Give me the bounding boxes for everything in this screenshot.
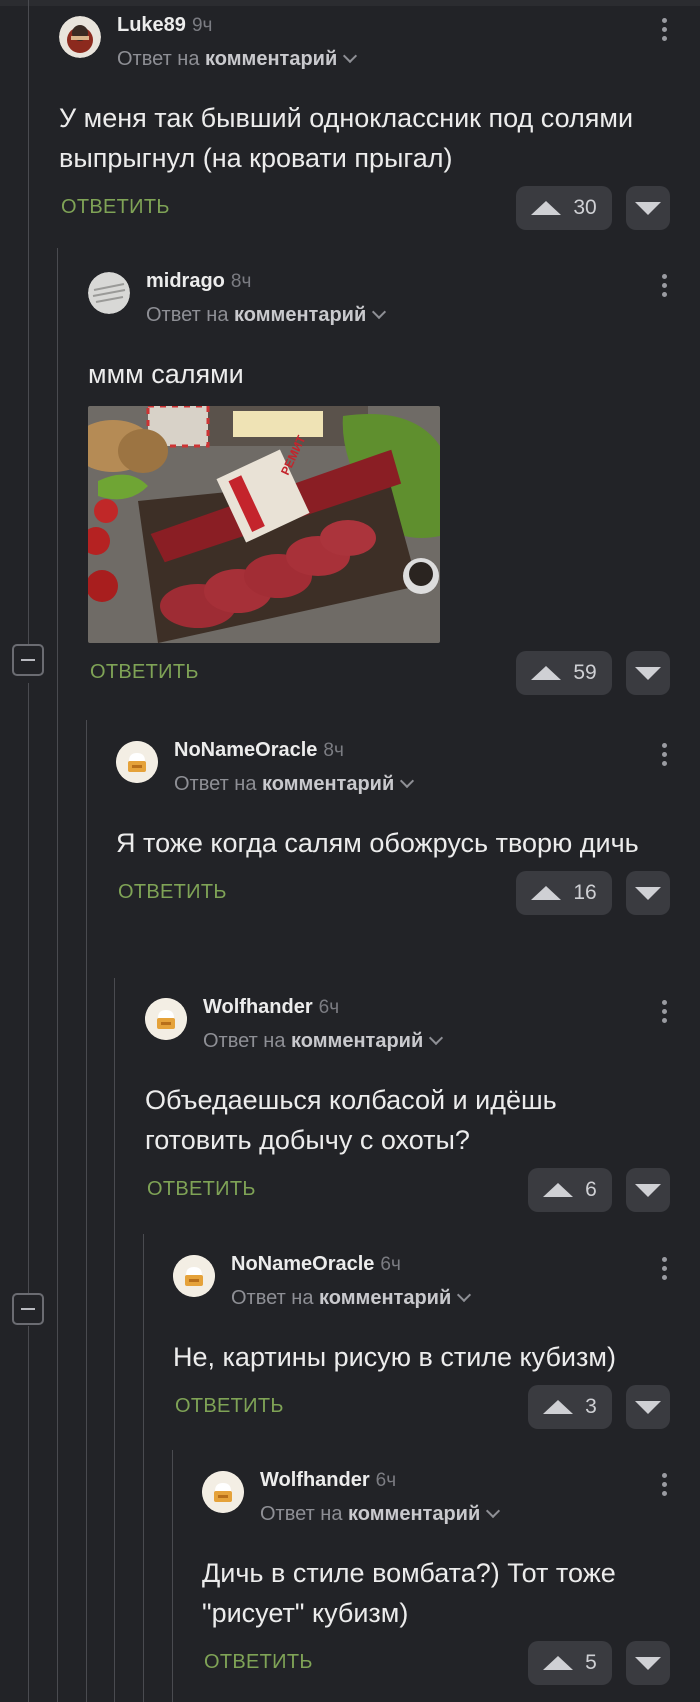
comment-text: Объедаешься колбасой и идёшь готовить до… xyxy=(145,1085,557,1155)
arrow-down-icon xyxy=(635,886,661,900)
reply-button[interactable]: ОТВЕТИТЬ xyxy=(147,1178,256,1201)
upvote-button[interactable]: 5 xyxy=(528,1641,612,1685)
upvote-button[interactable]: 3 xyxy=(528,1385,612,1429)
reply-to-link[interactable]: Ответ на комментарий xyxy=(203,1030,444,1053)
top-bar xyxy=(0,0,700,6)
username[interactable]: NoNameOracle xyxy=(231,1253,374,1275)
downvote-button[interactable] xyxy=(626,871,670,915)
collapse-thread-button[interactable] xyxy=(12,644,44,676)
arrow-up-icon xyxy=(543,1400,574,1414)
comment-time: 6ч xyxy=(380,1254,401,1275)
arrow-up-icon xyxy=(531,201,562,215)
avatar[interactable] xyxy=(145,998,187,1040)
comment-time: 6ч xyxy=(375,1470,397,1491)
reply-button[interactable]: ОТВЕТИТЬ xyxy=(204,1651,313,1674)
comment: midrago 8ч Ответ на комментарий ммм салям… xyxy=(88,270,670,695)
chevron-down-icon xyxy=(343,48,358,64)
reply-to-link[interactable]: Ответ на комментарий xyxy=(231,1287,472,1310)
comment-time: 8ч xyxy=(323,740,344,761)
vote-count: 59 xyxy=(573,661,597,684)
avatar[interactable] xyxy=(116,741,158,783)
thread-line xyxy=(114,978,115,1702)
username[interactable]: midrago xyxy=(146,270,225,292)
comment-text: У меня так бывший одноклассник под солям… xyxy=(59,103,634,173)
arrow-up-icon xyxy=(531,886,562,900)
thread-line xyxy=(172,1450,173,1702)
comment-time: 9ч xyxy=(191,15,213,36)
reply-button[interactable]: ОТВЕТИТЬ xyxy=(90,661,199,684)
username[interactable]: NoNameOracle xyxy=(174,739,317,761)
username[interactable]: Luke89 xyxy=(117,14,186,36)
comment: Luke89 9ч Ответ на комментарий У меня так… xyxy=(59,14,670,230)
reply-to-link[interactable]: Ответ на комментарий xyxy=(117,48,358,71)
downvote-button[interactable] xyxy=(626,186,670,230)
comment: Wolfhander 6ч Ответ на комментарий Объеда… xyxy=(145,996,670,1212)
comment-text: Не, картины рисую в стиле кубизм) xyxy=(173,1342,616,1372)
username[interactable]: Wolfhander xyxy=(203,996,313,1018)
vote-count: 16 xyxy=(573,881,597,904)
reply-button[interactable]: ОТВЕТИТЬ xyxy=(118,881,227,904)
chevron-down-icon xyxy=(400,773,415,789)
vote-count: 30 xyxy=(573,196,597,219)
arrow-up-icon xyxy=(543,1183,574,1197)
thread-line xyxy=(28,1326,29,1702)
username[interactable]: Wolfhander xyxy=(260,1469,370,1491)
chevron-down-icon xyxy=(372,304,387,320)
collapse-thread-button[interactable] xyxy=(12,1293,44,1325)
comment-time: 8ч xyxy=(230,271,252,292)
reply-to-link[interactable]: Ответ на комментарий xyxy=(260,1503,501,1526)
thread-line xyxy=(28,0,29,650)
more-options-icon[interactable] xyxy=(658,1000,670,1030)
comment: NoNameOracle 6ч Ответ на комментарий Не, … xyxy=(173,1253,670,1429)
vote-count: 3 xyxy=(585,1395,597,1418)
upvote-button[interactable]: 30 xyxy=(516,186,612,230)
more-options-icon[interactable] xyxy=(658,1257,670,1287)
chevron-down-icon xyxy=(457,1287,472,1303)
avatar[interactable] xyxy=(173,1255,215,1297)
thread-line xyxy=(143,1234,144,1702)
reply-button[interactable]: ОТВЕТИТЬ xyxy=(61,196,170,219)
comment-text: Я тоже когда салям обожрусь творю дичь xyxy=(116,828,639,858)
downvote-button[interactable] xyxy=(626,651,670,695)
arrow-down-icon xyxy=(635,666,661,680)
upvote-button[interactable]: 59 xyxy=(516,651,612,695)
downvote-button[interactable] xyxy=(626,1385,670,1429)
salami-photo[interactable]: РЕМИТ xyxy=(88,406,440,643)
more-options-icon[interactable] xyxy=(658,743,670,773)
avatar[interactable] xyxy=(88,272,130,314)
arrow-down-icon xyxy=(635,1400,661,1414)
arrow-down-icon xyxy=(635,201,661,215)
chevron-down-icon xyxy=(486,1503,501,1519)
avatar[interactable] xyxy=(202,1471,244,1513)
reply-to-link[interactable]: Ответ на комментарий xyxy=(146,304,387,327)
avatar[interactable] xyxy=(59,16,101,58)
thread-line xyxy=(28,683,29,1293)
thread-line xyxy=(86,720,87,1702)
comment-text: ммм салями xyxy=(88,359,244,389)
upvote-button[interactable]: 16 xyxy=(516,871,612,915)
vote-count: 6 xyxy=(585,1178,597,1201)
arrow-up-icon xyxy=(543,1656,574,1670)
more-options-icon[interactable] xyxy=(658,274,670,304)
downvote-button[interactable] xyxy=(626,1168,670,1212)
comment-time: 6ч xyxy=(318,997,340,1018)
more-options-icon[interactable] xyxy=(658,1473,670,1503)
upvote-button[interactable]: 6 xyxy=(528,1168,612,1212)
more-options-icon[interactable] xyxy=(658,18,670,48)
vote-count: 5 xyxy=(585,1651,597,1674)
arrow-down-icon xyxy=(635,1656,661,1670)
reply-button[interactable]: ОТВЕТИТЬ xyxy=(175,1395,284,1418)
comment: Wolfhander 6ч Ответ на комментарий Дичь в… xyxy=(202,1469,670,1685)
comment: NoNameOracle 8ч Ответ на комментарий Я то… xyxy=(116,739,670,915)
thread-line xyxy=(57,248,58,1702)
comment-text: Дичь в стиле вомбата?) Тот тоже "рисует"… xyxy=(202,1558,616,1628)
arrow-up-icon xyxy=(531,666,562,680)
arrow-down-icon xyxy=(635,1183,661,1197)
chevron-down-icon xyxy=(429,1030,444,1046)
reply-to-link[interactable]: Ответ на комментарий xyxy=(174,773,415,796)
downvote-button[interactable] xyxy=(626,1641,670,1685)
